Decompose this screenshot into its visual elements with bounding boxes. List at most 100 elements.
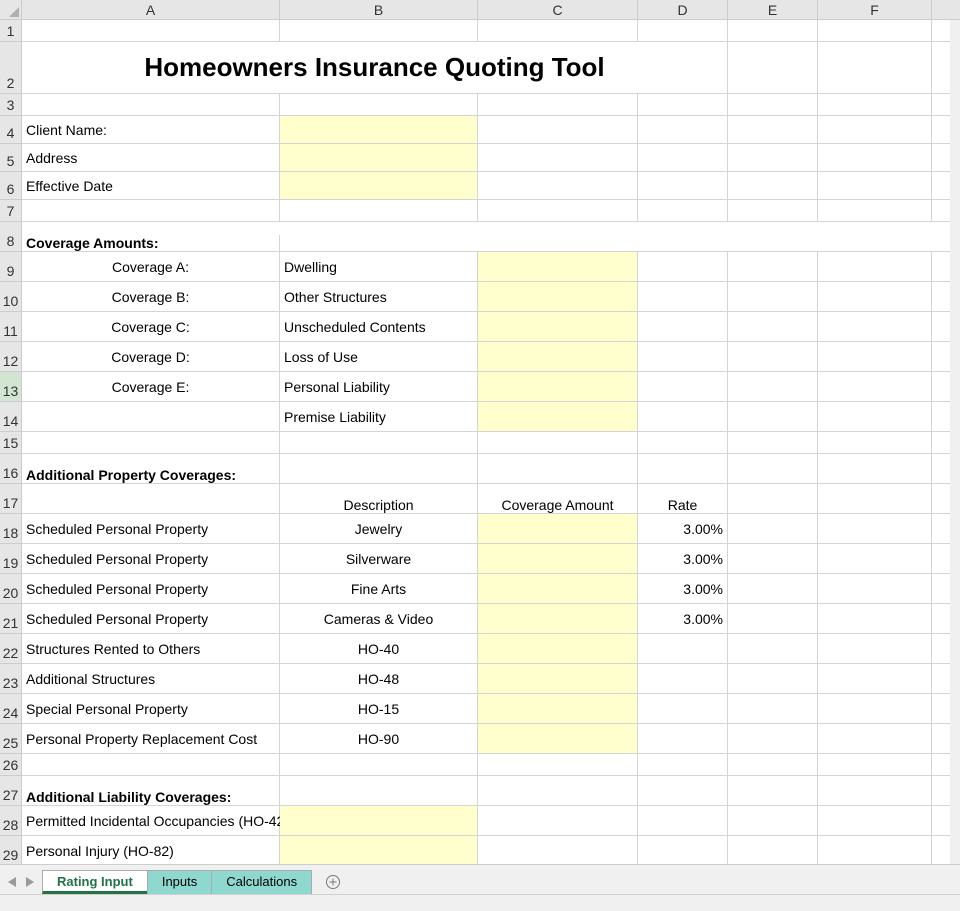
cell[interactable] [638,806,728,835]
row-header-13[interactable]: 13 [0,372,22,402]
row-header-5[interactable]: 5 [0,144,22,172]
row-header-4[interactable]: 4 [0,116,22,144]
cell[interactable] [728,454,818,483]
cell[interactable] [818,312,932,341]
cell[interactable] [478,806,638,835]
cell[interactable] [818,664,932,693]
cell[interactable] [818,402,932,431]
cell[interactable] [280,94,478,115]
row-header-19[interactable]: 19 [0,544,22,574]
col-header-A[interactable]: A [22,0,280,20]
cell[interactable] [818,94,932,115]
cell[interactable] [728,836,818,864]
cell[interactable] [728,694,818,723]
cell[interactable] [728,574,818,603]
cell[interactable] [280,776,478,805]
cell[interactable] [818,806,932,835]
cell[interactable] [818,200,932,221]
cell[interactable] [22,20,280,41]
cell[interactable] [728,432,818,453]
input-addl-prop-3[interactable] [478,604,638,633]
cell[interactable] [728,94,818,115]
cell[interactable] [818,172,932,199]
row-header-6[interactable]: 6 [0,172,22,200]
cell[interactable] [818,432,932,453]
col-header-extra[interactable] [932,0,960,20]
cell[interactable] [728,144,818,171]
cell[interactable] [638,94,728,115]
cell[interactable] [728,312,818,341]
col-header-C[interactable]: C [478,0,638,20]
input-addl-prop-7[interactable] [478,724,638,753]
vertical-scrollbar[interactable] [950,20,960,864]
cell[interactable] [280,432,478,453]
cell[interactable] [728,514,818,543]
cell[interactable] [280,200,478,221]
sheet-tab-calculations[interactable]: Calculations [211,870,312,894]
tab-scroll-right-icon[interactable] [26,877,34,887]
input-addl-prop-6[interactable] [478,694,638,723]
row-header-23[interactable]: 23 [0,664,22,694]
row-header-16[interactable]: 16 [0,454,22,484]
cell[interactable] [818,514,932,543]
cell[interactable] [728,754,818,775]
row-header-28[interactable]: 28 [0,806,22,836]
row-header-14[interactable]: 14 [0,402,22,432]
row-header-15[interactable]: 15 [0,432,22,454]
cell[interactable] [638,836,728,864]
row-header-22[interactable]: 22 [0,634,22,664]
cell[interactable] [478,116,638,143]
input-effective_date[interactable] [280,172,478,199]
row-header-1[interactable]: 1 [0,20,22,42]
cell[interactable] [638,432,728,453]
cell[interactable] [818,42,932,93]
col-header-F[interactable]: F [818,0,932,20]
cell[interactable] [22,432,280,453]
cell[interactable] [638,372,728,401]
cell[interactable] [728,776,818,805]
cell[interactable] [638,20,728,41]
cell[interactable] [22,754,280,775]
row-header-25[interactable]: 25 [0,724,22,754]
cell[interactable] [728,664,818,693]
row-header-3[interactable]: 3 [0,94,22,116]
row-header-29[interactable]: 29 [0,836,22,864]
cell[interactable] [818,754,932,775]
row-header-24[interactable]: 24 [0,694,22,724]
cell[interactable] [728,342,818,371]
row-header-2[interactable]: 2 [0,42,22,94]
input-addl-prop-1[interactable] [478,544,638,573]
cell[interactable] [478,94,638,115]
cell[interactable] [22,484,280,513]
cell[interactable] [818,574,932,603]
row-header-17[interactable]: 17 [0,484,22,514]
cell[interactable] [728,42,818,93]
row-header-7[interactable]: 7 [0,200,22,222]
input-personal_liability[interactable] [478,372,638,401]
cell[interactable] [280,20,478,41]
cell[interactable] [638,200,728,221]
sheet-tab-inputs[interactable]: Inputs [147,870,212,894]
cell[interactable] [280,754,478,775]
cell[interactable] [638,116,728,143]
cell[interactable] [728,200,818,221]
cell[interactable] [478,754,638,775]
cell[interactable] [818,724,932,753]
col-header-D[interactable]: D [638,0,728,20]
input-addl-liab-0[interactable] [280,806,478,835]
cell[interactable] [22,200,280,221]
cell[interactable] [638,144,728,171]
cell[interactable] [818,454,932,483]
cell[interactable] [818,342,932,371]
row-header-8[interactable]: 8 [0,222,22,252]
cell[interactable] [818,282,932,311]
cell[interactable] [638,312,728,341]
cell[interactable] [638,252,728,281]
cell[interactable] [478,144,638,171]
input-premise_liability[interactable] [478,402,638,431]
cell[interactable] [638,402,728,431]
tab-scroll-left-icon[interactable] [8,877,16,887]
col-header-E[interactable]: E [728,0,818,20]
input-addl-prop-5[interactable] [478,664,638,693]
cell[interactable] [728,604,818,633]
